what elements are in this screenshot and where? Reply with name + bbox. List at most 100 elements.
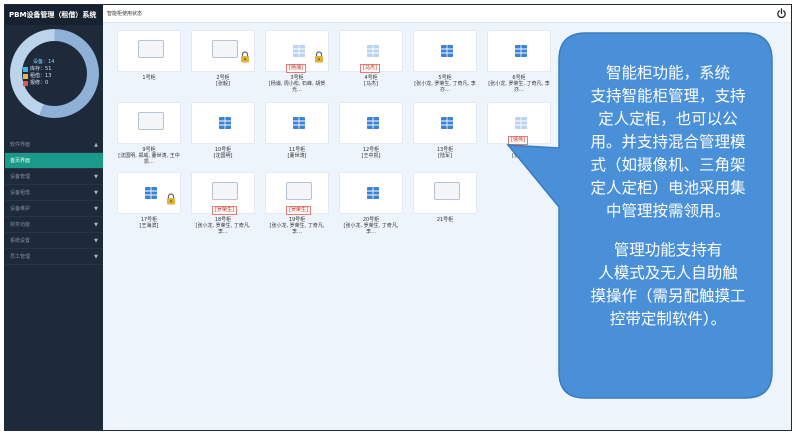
cabinet-image — [191, 102, 255, 144]
menu-device-maintenance[interactable]: 设备维护 ▼ — [5, 201, 103, 217]
callout-line: 式（如摄像机、三角架 — [590, 156, 746, 174]
stats-item-repair: 报修： 0 — [23, 80, 54, 87]
callout-line: 摸操作（需另配触摸工 — [590, 287, 746, 305]
chevron-down-icon: ▼ — [94, 253, 98, 260]
cabinet-placeholder-icon — [212, 40, 238, 58]
stats-label: 库存： — [30, 66, 46, 72]
cabinet-11[interactable]: 11号柜 [董世涛] — [265, 102, 329, 159]
menu-software-ui[interactable]: 软件界面 ▲ — [5, 137, 103, 153]
cabinet-icon — [515, 117, 527, 129]
cabinet-label: 1号柜 — [142, 75, 156, 81]
cabinet-users: [陆军] — [438, 153, 452, 159]
cabinet-label: 21号柜 — [436, 217, 454, 223]
cabinet-users: [徐伟] — [512, 153, 526, 159]
chevron-down-icon: ▼ — [94, 189, 98, 196]
legend-swatch-rented — [23, 74, 28, 79]
callout-text: 智能柜功能，系统 支持智能柜管理，支持 定人定柜，也可以公 用。并支持混合管理模… — [582, 62, 754, 331]
menu-item-label: 设备租借 — [10, 190, 31, 196]
chevron-up-icon: ▲ — [94, 141, 98, 148]
menu-item-label: 首页界面 — [10, 158, 31, 164]
cabinet-3[interactable]: [杨浦] 3号柜 [杨浦, 周小松, 石峰, 胡贺光… — [265, 30, 329, 93]
cabinet-image: [罗荣生] — [191, 172, 255, 215]
cabinet-image — [487, 30, 551, 72]
menu-item-label: 设备维护 — [10, 206, 31, 212]
cabinet-10[interactable]: 10号柜 [沈国明] — [191, 102, 255, 159]
cabinet-users: [张毅] — [216, 81, 230, 87]
callout-line: 定人定柜）电池采用集 — [590, 179, 746, 197]
cabinet-image — [117, 30, 181, 72]
app-title: PBM设备管理（租借）系统 — [5, 5, 103, 25]
cabinet-users: [张小龙, 罗荣生, 丁奇凡, 李… — [269, 223, 325, 235]
cabinet-2[interactable]: 2号柜 [张毅] — [191, 30, 255, 87]
callout-line: 定人定柜，也可以公 — [598, 110, 738, 128]
menu-item-label: 设备管理 — [10, 174, 31, 180]
callout-line: 智能柜功能，系统 — [605, 64, 730, 82]
cabinet-icon — [441, 117, 453, 129]
sidebar-menu: 软件界面 ▲ 首页界面 设备管理 ▼ 设备租借 ▼ 设备维护 ▼ 财务功能 ▼ — [5, 137, 103, 265]
menu-device-rental[interactable]: 设备租借 ▼ — [5, 185, 103, 201]
cabinet-image: [罗荣生] — [265, 172, 329, 215]
cabinet-20[interactable]: 20号柜 [张小龙, 罗荣生, 丁奇凡, 李… — [339, 172, 403, 235]
cabinet-users: [沈国明] — [213, 153, 233, 159]
callout-line: 中管理按需领用。 — [605, 202, 730, 220]
cabinet-users: [张小龙, 罗荣生, 丁奇凡, 李亦… — [414, 81, 476, 93]
cabinet-image: [马杰] — [339, 30, 403, 73]
cabinet-6[interactable]: 6号柜 [张小龙, 罗荣生, 丁奇凡, 李亦… — [487, 30, 551, 93]
cabinet-4[interactable]: [马杰] 4号柜 [马杰] — [339, 30, 403, 87]
cabinet-image: [杨浦] — [265, 30, 329, 73]
menu-item-label: 系统设置 — [10, 238, 31, 244]
menu-item-label: 财务功能 — [10, 222, 31, 228]
menu-staff-management[interactable]: 员工管理 ▼ — [5, 249, 103, 265]
cabinet-placeholder-icon — [138, 40, 164, 58]
breadcrumb: 智能柜使用状态 — [107, 11, 143, 17]
cabinet-5[interactable]: 5号柜 [张小龙, 罗荣生, 丁奇凡, 李亦… — [413, 30, 477, 93]
menu-item-label: 员工管理 — [10, 254, 31, 260]
menu-home[interactable]: 首页界面 — [5, 153, 103, 169]
user-tag: [马杰] — [360, 64, 380, 73]
lock-icon — [315, 51, 323, 63]
cabinet-17[interactable]: 17号柜 [王海滨] — [117, 172, 181, 229]
cabinet-users: [董世涛] — [287, 153, 307, 159]
cabinet-icon — [367, 45, 379, 57]
cabinet-image — [117, 102, 181, 144]
stats-total-value: 14 — [48, 59, 55, 65]
cabinet-placeholder-icon — [212, 182, 238, 200]
legend-swatch-stock — [23, 67, 28, 72]
cabinet-12[interactable]: 12号柜 [王中凯] — [339, 102, 403, 159]
cabinet-placeholder-icon — [138, 112, 164, 130]
cabinet-image — [117, 172, 181, 214]
stats-label: 租借： — [30, 73, 46, 79]
cabinet-icon — [293, 117, 305, 129]
menu-system-settings[interactable]: 系统设置 ▼ — [5, 233, 103, 249]
menu-device-management[interactable]: 设备管理 ▼ — [5, 169, 103, 185]
cabinet-icon — [367, 117, 379, 129]
power-icon[interactable] — [776, 8, 787, 19]
cabinet-18[interactable]: [罗荣生] 18号柜 [张小龙, 罗荣生, 丁奇凡, 李… — [191, 172, 255, 235]
cabinet-9[interactable]: 9号柜 [沈国明, 郑威, 董世涛, 王中凯… — [117, 102, 181, 165]
menu-finance[interactable]: 财务功能 ▼ — [5, 217, 103, 233]
lock-icon — [241, 51, 249, 63]
cabinet-users: [王海滨] — [139, 223, 159, 229]
cabinet-19[interactable]: [罗荣生] 19号柜 [张小龙, 罗荣生, 丁奇凡, 李… — [265, 172, 329, 235]
callout-line: 用。并支持混合管理模 — [590, 133, 746, 151]
cabinet-image — [413, 30, 477, 72]
cabinet-users: [张小龙, 罗荣生, 丁奇凡, 李… — [343, 223, 399, 235]
cabinet-icon — [219, 117, 231, 129]
cabinet-users: [王中凯] — [361, 153, 381, 159]
chevron-down-icon: ▼ — [94, 173, 98, 180]
legend-swatch-repair — [23, 81, 28, 86]
cabinet-1[interactable]: 1号柜 — [117, 30, 181, 81]
stats-legend: 设备： 14 库存： 51 租借： 13 报修： 0 — [23, 59, 54, 87]
cabinet-icon — [293, 45, 305, 57]
sidebar: PBM设备管理（租借）系统 设备： 14 库存： 51 租借： 13 报修： 0… — [5, 5, 103, 430]
chevron-down-icon: ▼ — [94, 221, 98, 228]
cabinet-21[interactable]: 21号柜 — [413, 172, 477, 223]
cabinet-13[interactable]: 13号柜 [陆军] — [413, 102, 477, 159]
chevron-down-icon: ▼ — [94, 237, 98, 244]
cabinet-image — [191, 30, 255, 72]
cabinet-image: [徐伟] — [487, 102, 551, 145]
stats-value: 13 — [45, 73, 52, 79]
cabinet-14[interactable]: [徐伟] 14号柜 [徐伟] — [487, 102, 551, 159]
top-bar: 智能柜使用状态 — [103, 5, 791, 23]
user-tag: [徐伟] — [508, 136, 528, 145]
